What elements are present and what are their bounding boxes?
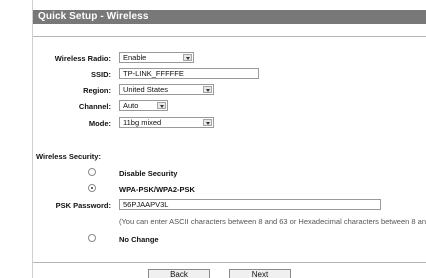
wireless-security-label: Wireless Security: (36, 152, 101, 161)
region-value: United States (123, 85, 169, 94)
psk-password-input[interactable]: 56PJAAPV3L (119, 199, 381, 210)
ssid-label: SSID: (90, 70, 111, 79)
channel-value: Auto (123, 101, 139, 110)
option-disable-security-label: Disable Security (119, 169, 178, 178)
radio-disable-security[interactable] (88, 168, 96, 176)
chevron-down-icon (203, 86, 212, 93)
option-wpa-psk-label: WPA-PSK/WPA2-PSK (119, 185, 195, 194)
radio-wpa-psk[interactable] (88, 184, 96, 192)
divider-bottom (33, 262, 426, 263)
mode-value: 11bg mixed (123, 118, 162, 127)
wireless-radio-label: Wireless Radio: (54, 54, 111, 63)
psk-password-value: 56PJAAPV3L (123, 200, 169, 209)
mode-label: Mode: (88, 119, 111, 128)
next-button[interactable]: Next (229, 269, 291, 278)
title-bar: Quick Setup - Wireless (33, 10, 426, 24)
region-select[interactable]: United States (119, 84, 214, 95)
option-no-change-label: No Change (119, 235, 159, 244)
mode-select[interactable]: 11bg mixed (119, 117, 214, 128)
region-label: Region: (83, 86, 111, 95)
chevron-down-icon (203, 119, 212, 126)
wireless-radio-select[interactable]: Enable (119, 52, 194, 63)
divider-top (33, 36, 426, 37)
channel-select[interactable]: Auto (119, 100, 168, 111)
ssid-input[interactable]: TP-LINK_FFFFFE (119, 68, 259, 79)
frame-border (32, 0, 33, 278)
chevron-down-icon (157, 102, 166, 109)
wireless-radio-value: Enable (123, 53, 147, 62)
chevron-down-icon (183, 54, 192, 61)
ssid-value: TP-LINK_FFFFFE (123, 69, 184, 78)
page-container: Quick Setup - Wireless Wireless Radio: E… (0, 0, 426, 278)
page-title: Quick Setup - Wireless (38, 11, 149, 22)
psk-password-label: PSK Password: (55, 201, 111, 210)
psk-password-note: (You can enter ASCII characters between … (119, 217, 426, 226)
radio-no-change[interactable] (88, 234, 96, 242)
back-button[interactable]: Back (148, 269, 210, 278)
channel-label: Channel: (78, 102, 111, 111)
